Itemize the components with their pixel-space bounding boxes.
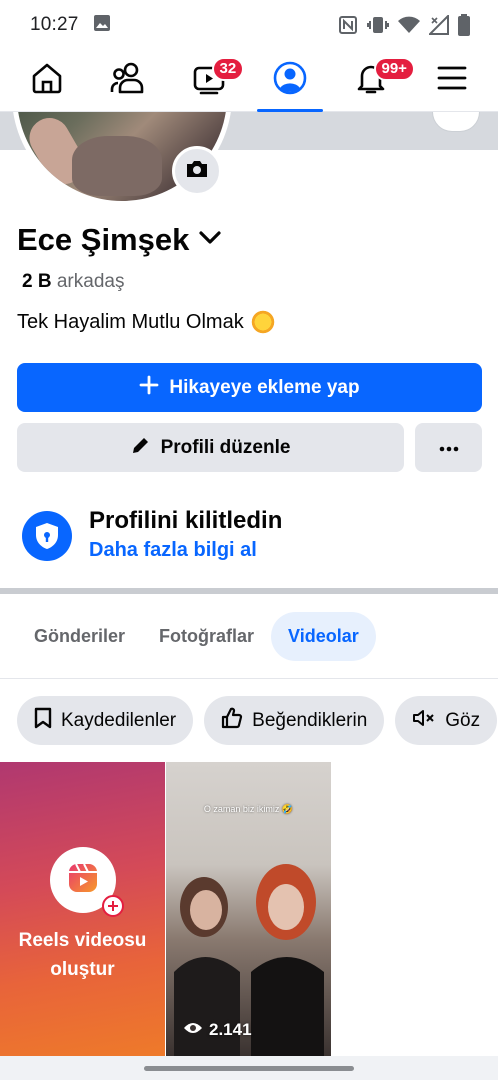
reels-logo bbox=[49, 847, 124, 917]
chip-liked[interactable]: Beğendiklerin bbox=[204, 696, 385, 745]
view-count: 2.141 bbox=[183, 1020, 252, 1040]
gallery-icon bbox=[93, 14, 111, 37]
eye-icon bbox=[183, 1020, 203, 1040]
avatar-detail bbox=[72, 136, 162, 196]
mute-icon bbox=[412, 708, 436, 734]
signal-icon bbox=[429, 15, 449, 35]
video-person bbox=[251, 864, 324, 1056]
home-indicator[interactable] bbox=[144, 1066, 354, 1071]
tab-posts[interactable]: Gönderiler bbox=[17, 612, 142, 661]
video-badge: 32 bbox=[211, 56, 245, 81]
chip-watched-label: Göz bbox=[445, 709, 481, 731]
chip-saved-label: Kaydedilenler bbox=[61, 709, 177, 731]
chip-liked-label: Beğendiklerin bbox=[252, 709, 368, 731]
add-to-story-label: Hikayeye ekleme yap bbox=[169, 376, 360, 398]
section-divider bbox=[0, 588, 498, 594]
friends-icon bbox=[110, 61, 146, 100]
friends-count-row[interactable]: 2 B arkadaş bbox=[22, 271, 124, 293]
edit-profile-label: Profili düzenle bbox=[160, 436, 291, 458]
nav-notifications[interactable]: 99+ bbox=[338, 50, 415, 112]
nav-home[interactable] bbox=[14, 50, 80, 112]
nav-menu[interactable] bbox=[419, 50, 485, 112]
profile-name: Ece Şimşek bbox=[17, 222, 190, 257]
create-reels-tile[interactable]: Reels videosu oluştur bbox=[0, 762, 165, 1056]
learn-more-link[interactable]: Daha fazla bilgi al bbox=[89, 539, 257, 562]
profile-icon bbox=[273, 61, 307, 100]
notifications-badge: 99+ bbox=[373, 56, 415, 81]
video-caption: O zaman biz ikimiz 🤣 bbox=[203, 804, 294, 814]
menu-icon bbox=[437, 65, 467, 96]
add-to-story-button[interactable]: Hikayeye ekleme yap bbox=[17, 363, 482, 412]
friends-label: arkadaş bbox=[56, 271, 125, 292]
profile-locked-title: Profilini kilitledin bbox=[89, 507, 283, 534]
sun-emoji-icon bbox=[249, 309, 276, 335]
nav-video[interactable]: 32 bbox=[176, 50, 245, 112]
more-icon bbox=[439, 439, 459, 457]
view-count-value: 2.141 bbox=[209, 1020, 252, 1039]
nav-profile[interactable] bbox=[256, 50, 323, 112]
camera-icon bbox=[185, 159, 209, 184]
top-navbar: 32 99+ bbox=[0, 50, 498, 112]
chip-saved[interactable]: Kaydedilenler bbox=[17, 696, 194, 745]
create-reels-label: Reels videosu oluştur bbox=[18, 930, 147, 980]
nav-friends[interactable] bbox=[95, 50, 161, 112]
more-options-button[interactable] bbox=[415, 423, 482, 472]
wifi-icon bbox=[398, 16, 420, 34]
plus-badge-icon bbox=[101, 895, 124, 917]
profile-tabs: Gönderiler Fotoğraflar Videolar bbox=[17, 612, 376, 661]
avatar-camera-button[interactable] bbox=[172, 146, 222, 196]
edit-profile-button[interactable]: Profili düzenle bbox=[17, 423, 404, 472]
home-icon bbox=[30, 61, 64, 100]
pencil-icon bbox=[131, 435, 151, 461]
tabs-divider bbox=[0, 678, 498, 679]
profile-bio: Tek Hayalim Mutlu Olmak bbox=[17, 309, 276, 335]
nfc-icon bbox=[338, 15, 358, 35]
status-bar: 10:27 bbox=[0, 0, 498, 50]
profile-name-row[interactable]: Ece Şimşek bbox=[17, 222, 221, 258]
friends-count: 2 B bbox=[22, 271, 52, 292]
vibrate-icon bbox=[367, 15, 389, 35]
video-filter-chips: Kaydedilenler Beğendiklerin Göz bbox=[17, 696, 498, 745]
thumbs-up-icon bbox=[221, 707, 243, 735]
lock-shield-icon bbox=[22, 511, 72, 561]
reels-icon bbox=[67, 862, 99, 899]
chevron-down-icon bbox=[199, 230, 221, 250]
chip-watched[interactable]: Göz bbox=[395, 696, 498, 745]
video-thumbnail[interactable]: O zaman biz ikimiz 🤣 2.141 bbox=[166, 762, 331, 1056]
tab-photos[interactable]: Fotoğraflar bbox=[142, 612, 271, 661]
bio-text: Tek Hayalim Mutlu Olmak bbox=[17, 310, 244, 333]
tab-videos[interactable]: Videolar bbox=[271, 612, 376, 661]
status-time: 10:27 bbox=[30, 14, 79, 35]
battery-icon bbox=[458, 14, 470, 36]
plus-icon bbox=[139, 375, 159, 401]
bookmark-icon bbox=[34, 707, 52, 735]
